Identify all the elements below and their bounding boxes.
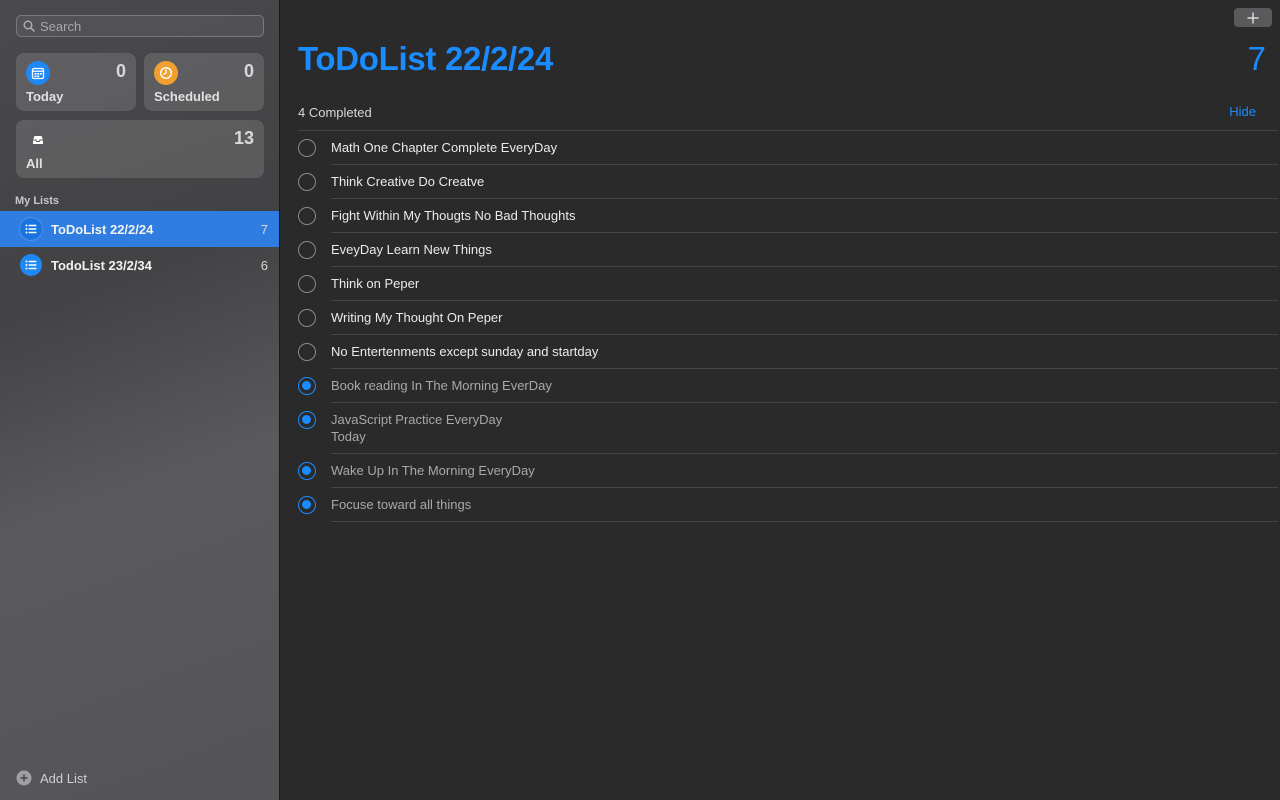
add-list-label: Add List [40,770,87,786]
task-checkbox-checked[interactable] [298,496,316,514]
task-row: No Entertenments except sunday and start… [298,335,1278,369]
smart-list-scheduled[interactable]: 0 Scheduled [144,53,264,111]
sidebar-item-label: TodoList 23/2/34 [51,257,152,273]
add-reminder-button[interactable] [1234,8,1272,27]
task-row: Writing My Thought On Peper [298,301,1278,335]
task-title[interactable]: Think on Peper [331,276,419,291]
scheduled-count: 0 [243,61,254,81]
task-row-completed: Book reading In The Morning EverDay [298,369,1278,403]
list-icon [20,254,42,276]
task-title[interactable]: No Entertenments except sunday and start… [331,344,598,359]
page-title: ToDoList 22/2/24 [298,40,553,77]
main-content: ToDoList 22/2/24 7 4 Completed Hide Math… [280,0,1280,800]
task-title[interactable]: JavaScript Practice EveryDay [331,412,502,427]
task-row: EveyDay Learn New Things [298,233,1278,267]
calendar-icon [26,61,50,85]
task-row: Fight Within My Thougts No Bad Thoughts [298,199,1278,233]
plus-circle-icon [16,770,32,786]
completed-count: 4 Completed [298,105,372,120]
sidebar-item-todolist-23-2-34[interactable]: TodoList 23/2/34 6 [0,247,279,283]
sidebar: 0 Today 0 Scheduled 13 [0,0,280,800]
task-checkbox[interactable] [298,343,316,361]
task-row-completed: Wake Up In The Morning EveryDay [298,454,1278,488]
task-title[interactable]: Fight Within My Thougts No Bad Thoughts [331,208,575,223]
task-title[interactable]: Math One Chapter Complete EveryDay [331,140,557,155]
sidebar-item-todolist-22-2-24[interactable]: ToDoList 22/2/24 7 [0,211,279,247]
task-row-completed: Focuse toward all things [298,488,1278,522]
all-label: All [26,156,43,171]
task-row: Math One Chapter Complete EveryDay [298,131,1278,165]
task-checkbox-checked[interactable] [298,411,316,429]
my-lists-header: My Lists [15,195,60,207]
task-checkbox[interactable] [298,241,316,259]
all-count: 13 [233,128,254,148]
scheduled-label: Scheduled [154,89,220,104]
task-title[interactable]: Wake Up In The Morning EveryDay [331,463,535,478]
task-checkbox[interactable] [298,139,316,157]
task-row: Think Creative Do Creatve [298,165,1278,199]
list-count: 7 [1247,40,1266,77]
sidebar-item-count: 7 [260,221,268,237]
task-title[interactable]: Writing My Thought On Peper [331,310,503,325]
task-title[interactable]: Book reading In The Morning EverDay [331,378,552,393]
task-checkbox-checked[interactable] [298,462,316,480]
task-checkbox[interactable] [298,207,316,225]
task-row-completed: JavaScript Practice EveryDay Today [298,403,1278,454]
today-label: Today [26,89,64,104]
search-icon [23,20,35,32]
task-checkbox-checked[interactable] [298,377,316,395]
plus-icon [1247,12,1259,23]
task-checkbox[interactable] [298,275,316,293]
task-checkbox[interactable] [298,309,316,327]
search-field[interactable] [16,15,264,37]
sidebar-item-label: ToDoList 22/2/24 [51,221,154,237]
sidebar-item-count: 6 [260,257,268,273]
tray-icon [26,128,50,152]
task-due-date: Today [331,429,366,444]
task-title[interactable]: EveyDay Learn New Things [331,242,492,257]
list-icon [20,218,42,240]
search-input[interactable] [40,18,250,34]
divider [331,521,1278,522]
today-count: 0 [115,61,126,81]
task-title[interactable]: Think Creative Do Creatve [331,174,484,189]
hide-completed-button[interactable]: Hide [1229,104,1256,119]
task-checkbox[interactable] [298,173,316,191]
smart-list-all[interactable]: 13 All [16,120,264,178]
reminders-window: 0 Today 0 Scheduled 13 [0,0,1280,800]
smart-list-today[interactable]: 0 Today [16,53,136,111]
clock-icon [154,61,178,85]
task-title[interactable]: Focuse toward all things [331,497,471,512]
task-row: Think on Peper [298,267,1278,301]
add-list-button[interactable]: Add List [16,770,87,786]
